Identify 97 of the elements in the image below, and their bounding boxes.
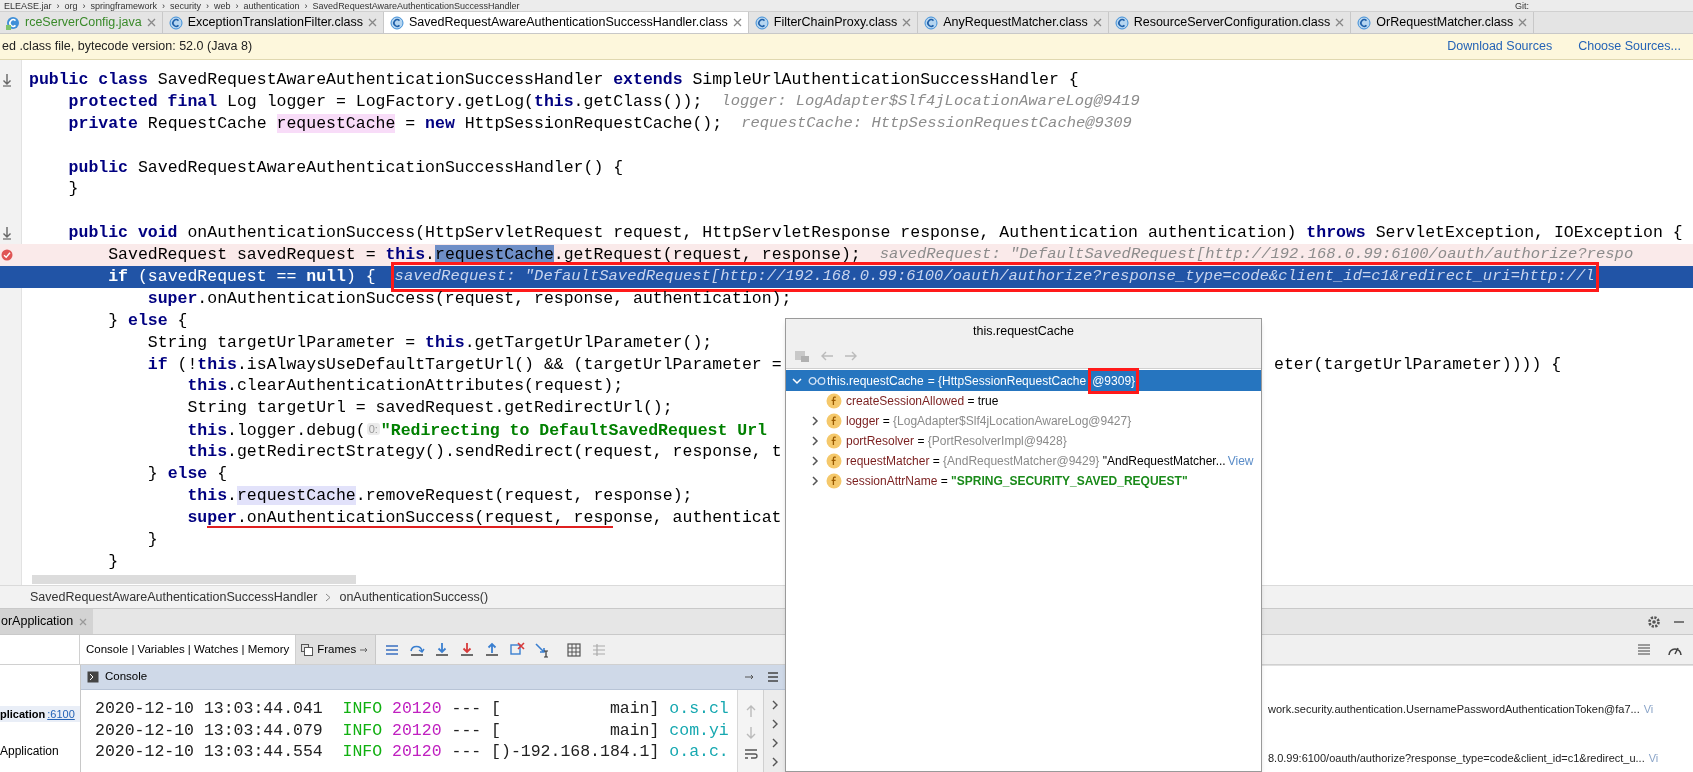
notice-text: ed .class file, bytecode version: 52.0 (Java 8) bbox=[2, 38, 254, 56]
port-link[interactable]: :6100 bbox=[47, 705, 75, 723]
chevron-right-icon[interactable] bbox=[810, 416, 820, 426]
tree-item-label[interactable]: requestMatcher = {AndRequestMatcher@9429} "AndRequestMatcher... bbox=[846, 452, 1226, 470]
console-line: 2020-12-10 13:03:44.041 INFO 20120 --- [ main] o.s.cl bbox=[95, 698, 730, 720]
tree-item-label[interactable]: sessionAttrName = "SPRING_SECURITY_SAVED_REQUEST" bbox=[846, 472, 1188, 490]
code-text: protected final Log logger = LogFactory.getLog(this.getClass()); bbox=[67, 90, 703, 113]
scrollbar[interactable] bbox=[32, 575, 356, 584]
class-file-icon bbox=[924, 15, 939, 30]
close-icon[interactable] bbox=[902, 18, 912, 27]
vcs-label: Git: bbox=[1515, 1, 1529, 11]
app-name[interactable]: plication bbox=[0, 705, 46, 723]
app-name[interactable]: Application bbox=[0, 742, 80, 760]
code-text: this.getRedirectStrategy().sendRedirect(request, response, t bbox=[186, 441, 782, 464]
tree-item-label[interactable]: portResolver = {PortResolverImpl@9428} bbox=[846, 432, 1067, 450]
field-icon bbox=[826, 473, 842, 489]
drop-frame-icon[interactable] bbox=[509, 641, 526, 658]
code-text: SavedRequest savedRequest = this.requestCache.getRequest(request, response); bbox=[107, 244, 861, 267]
code-text: public void onAuthenticationSuccess(HttpServletRequest request, HttpServletResponse response, Authentication authentication) throws ServletException, IOException { bbox=[67, 222, 1683, 245]
field-icon bbox=[826, 393, 842, 409]
close-icon[interactable] bbox=[146, 18, 156, 27]
breakpoint-icon[interactable] bbox=[1, 249, 13, 262]
settings-icon[interactable] bbox=[1647, 614, 1661, 629]
path-breadcrumb[interactable]: ELEASE.jar › org › springframework › security › web › authentication › SavedRequestAwareAuthenticationSuccessHandler bbox=[4, 1, 520, 11]
class-file-icon bbox=[1114, 15, 1129, 30]
step-into-icon[interactable] bbox=[434, 641, 451, 658]
class-file-icon bbox=[6, 15, 20, 30]
menu-icon[interactable] bbox=[767, 671, 779, 683]
table-icon[interactable] bbox=[566, 641, 583, 658]
tree-item-label[interactable]: logger = {LogAdapter$Slf4jLocationAwareLog@9427} bbox=[846, 412, 1132, 430]
variable-value: = {HttpSessionRequestCache bbox=[927, 372, 1087, 390]
glasses-icon bbox=[808, 375, 826, 386]
close-icon[interactable] bbox=[1335, 18, 1345, 27]
breadcrumb-item[interactable]: onAuthenticationSuccess() bbox=[339, 587, 489, 607]
chevron-right-icon[interactable] bbox=[810, 456, 820, 466]
code-text: } bbox=[107, 550, 119, 573]
class-file-icon bbox=[754, 15, 769, 30]
chevron-right-icon[interactable] bbox=[810, 476, 820, 486]
console-icon bbox=[87, 671, 99, 683]
field-icon bbox=[826, 453, 842, 469]
code-text: public SavedRequestAwareAuthenticationSuccessHandler() { bbox=[67, 156, 624, 179]
code-text: String targetUrlParameter = this.getTargetUrlParameter(); bbox=[146, 331, 713, 354]
down-arrow-icon[interactable] bbox=[2, 226, 12, 241]
code-text: eter(targetUrlParameter)))) { bbox=[1274, 353, 1562, 376]
notice-link[interactable]: Choose Sources... bbox=[1578, 37, 1681, 56]
chevron-right-icon[interactable] bbox=[810, 436, 820, 446]
down-arrow-icon[interactable] bbox=[2, 72, 12, 87]
code-text: this.logger.debug( $^{0:}$ "Redirecting to DefaultSavedRequest Url bbox=[186, 419, 768, 442]
notice-link[interactable]: Download Sources bbox=[1447, 37, 1553, 56]
console-line: 2020-12-10 13:03:44.079 INFO 20120 --- [ main] com.yi bbox=[95, 719, 730, 741]
step-out-icon[interactable] bbox=[484, 641, 501, 658]
close-icon[interactable] bbox=[1092, 18, 1102, 27]
field-icon bbox=[826, 433, 842, 449]
code-text: private RequestCache requestCache = new HttpSessionRequestCache(); bbox=[67, 112, 723, 135]
inline-value-hint: requestCache: HttpSessionRequestCache@9309 bbox=[741, 112, 1132, 134]
code-text: String targetUrl = savedRequest.getRedirectUrl(); bbox=[186, 397, 673, 420]
debug-tab[interactable]: orApplication bbox=[0, 609, 94, 634]
console-line: 2020-12-10 13:03:44.554 INFO 20120 --- [)-192.168.184.1] o.a.c. bbox=[95, 741, 730, 763]
code-text: public class SavedRequestAwareAuthenticationSuccessHandler extends SimpleUrlAuthenticationSuccessHandler { bbox=[29, 69, 1079, 91]
code-text: } else { bbox=[107, 309, 188, 332]
code-text: } bbox=[67, 178, 79, 201]
frames-icon bbox=[301, 643, 314, 656]
frames-tab[interactable]: Frames bbox=[296, 635, 377, 664]
tree-row[interactable]: this.requestCache = {HttpSessionRequestCache @9309} bbox=[786, 370, 1261, 391]
console-title: Console bbox=[105, 669, 149, 685]
breadcrumb-item[interactable]: SavedRequestAwareAuthenticationSuccessHandler bbox=[30, 587, 318, 607]
field-icon bbox=[826, 413, 842, 429]
variable-name: this.requestCache bbox=[827, 372, 924, 390]
class-file-icon bbox=[390, 15, 405, 30]
code-text: super.onAuthenticationSuccess(request, response, authentication); bbox=[146, 287, 792, 310]
close-icon[interactable] bbox=[732, 18, 742, 27]
code-text: } else { bbox=[146, 463, 228, 485]
close-icon[interactable] bbox=[1518, 18, 1528, 27]
class-file-icon bbox=[1357, 15, 1372, 30]
chevron-down-icon[interactable] bbox=[792, 375, 802, 386]
force-step-into-icon[interactable] bbox=[459, 641, 476, 658]
list-icon[interactable] bbox=[1637, 642, 1651, 657]
close-icon[interactable] bbox=[368, 18, 378, 27]
code-text: if (!this.isAlwaysUseDefaultTargetUrl() && (targetUrlParameter = bbox=[146, 353, 782, 376]
chevron-right-icon bbox=[325, 592, 332, 602]
code-text: this.requestCache.removeRequest(request, response); bbox=[186, 484, 693, 507]
inline-value-hint: savedRequest: "DefaultSavedRequest[http://192.168.0.99:6100/oauth/authorize?respo bbox=[879, 244, 1634, 266]
popup-title: this.requestCache bbox=[973, 322, 1074, 340]
editor-tab[interactable]: SavedRequestAwareAuthenticationSuccessHandler.class bbox=[384, 12, 749, 33]
code-text: } bbox=[146, 528, 158, 551]
code-text: this.clearAuthenticationAttributes(request); bbox=[186, 375, 624, 398]
view-link[interactable]: View bbox=[1227, 452, 1254, 470]
code-text: if (savedRequest == null) { bbox=[107, 266, 376, 288]
tree-item-label[interactable]: createSessionAllowed = true bbox=[846, 392, 999, 410]
run-to-cursor-icon[interactable] bbox=[534, 641, 551, 658]
variable-value: work.security.authentication.UsernamePasswordAuthenticationToken@fa7... bbox=[1268, 702, 1640, 717]
view-tab[interactable]: Console | Variables | Watches | Memory bbox=[80, 635, 297, 664]
wrap-icon[interactable] bbox=[743, 748, 758, 760]
code-text: super.onAuthenticationSuccess(request, response, authenticat bbox=[186, 506, 782, 529]
class-file-icon bbox=[168, 15, 183, 30]
inline-value-hint: logger: LogAdapter$Slf4jLocationAwareLog@9419 bbox=[721, 90, 1140, 112]
variable-value: 8.0.99:6100/oauth/authorize?response_type=code&client_id=c1&redirect_u... bbox=[1268, 750, 1645, 766]
